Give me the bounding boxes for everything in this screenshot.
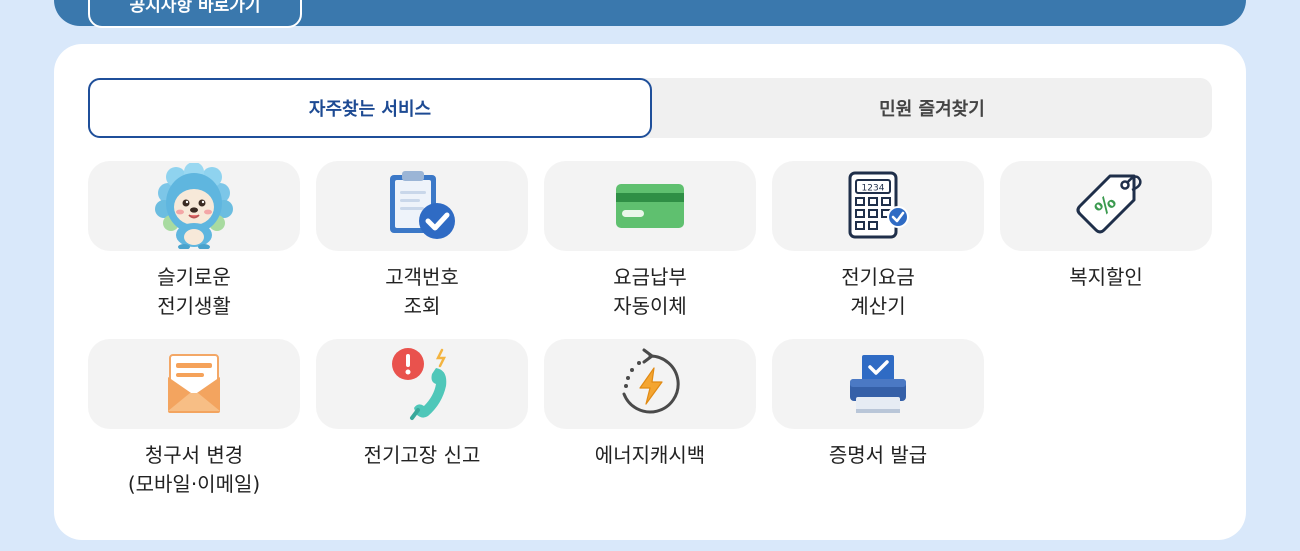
- service-label: 전기고장 신고: [363, 443, 481, 467]
- tab-frequent-services[interactable]: 자주찾는 서비스: [88, 78, 652, 138]
- service-certificate-issue[interactable]: 증명서 발급: [772, 339, 984, 470]
- clipboard-check-icon: [390, 171, 455, 239]
- service-icon-box: [88, 339, 300, 429]
- hedgehog-mascot-icon: [155, 163, 233, 249]
- service-label: 전기요금 계산기: [841, 265, 915, 318]
- service-label: 요금납부 자동이체: [613, 265, 687, 318]
- service-label: 증명서 발급: [828, 443, 928, 467]
- service-auto-payment[interactable]: 요금납부 자동이체: [544, 161, 756, 321]
- service-icon-box: [316, 161, 528, 251]
- service-icon-box: 1234: [772, 161, 984, 251]
- service-icon-box: [772, 339, 984, 429]
- energy-cashback-icon: [622, 348, 680, 414]
- service-icon-box: [316, 339, 528, 429]
- service-welfare-discount[interactable]: % 복지할인: [1000, 161, 1212, 292]
- service-label: 슬기로운 전기생활: [157, 265, 231, 318]
- service-label: 복지할인: [1069, 265, 1143, 289]
- phone-alert-icon: [392, 348, 447, 420]
- envelope-icon: [168, 354, 220, 413]
- tab-complaint-favorites[interactable]: 민원 즐겨찾기: [652, 78, 1212, 138]
- service-label: 에너지캐시백: [594, 443, 706, 467]
- service-label: 청구서 변경 (모바일·이메일): [127, 443, 261, 496]
- service-fault-report[interactable]: 전기고장 신고: [316, 339, 528, 470]
- service-tabs: 자주찾는 서비스 민원 즐겨찾기: [88, 78, 1212, 138]
- service-label: 고객번호 조회: [385, 265, 459, 318]
- notice-shortcut-button[interactable]: 공지사항 바로가기: [88, 0, 302, 28]
- service-icon-box: [544, 339, 756, 429]
- service-card: 자주찾는 서비스 민원 즐겨찾기 슬기로운 전기생활 고객번호 조회 요금납부 …: [54, 44, 1246, 540]
- calculator-icon: 1234: [848, 171, 909, 239]
- service-icon-box: [88, 161, 300, 251]
- discount-tag-icon: %: [1076, 174, 1142, 234]
- calculator-display: 1234: [862, 184, 885, 194]
- credit-card-icon: [616, 184, 684, 228]
- service-icon-box: %: [1000, 161, 1212, 251]
- service-icon-box: [544, 161, 756, 251]
- service-bill-calculator[interactable]: 1234 전기요금 계산기: [772, 161, 984, 321]
- service-energy-cashback[interactable]: 에너지캐시백: [544, 339, 756, 470]
- service-customer-number-lookup[interactable]: 고객번호 조회: [316, 161, 528, 321]
- service-smart-electricity-life[interactable]: 슬기로운 전기생활: [88, 161, 300, 321]
- service-bill-change[interactable]: 청구서 변경 (모바일·이메일): [88, 339, 300, 499]
- printer-icon: [850, 355, 906, 413]
